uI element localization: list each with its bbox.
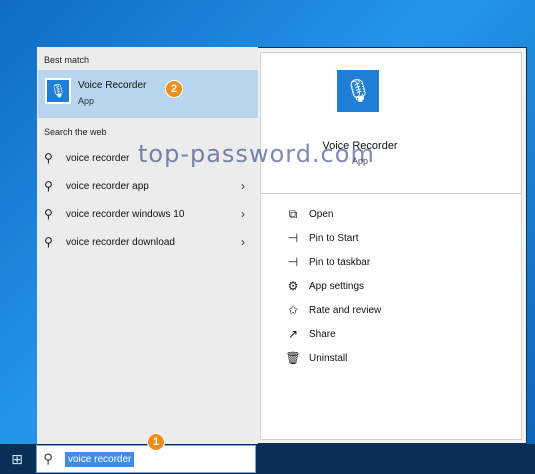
suggestion-item[interactable]: ⚲ voice recorder windows 10 › xyxy=(44,204,249,224)
action-label: Pin to Start xyxy=(309,232,359,244)
search-icon: ⚲ xyxy=(44,235,53,249)
suggestion-item[interactable]: ⚲ voice recorder app › xyxy=(44,176,249,196)
pin-icon: ⊣ xyxy=(287,231,299,245)
web-section-label: Search the web xyxy=(44,127,107,137)
gear-icon: ⚙ xyxy=(287,279,299,293)
chevron-right-icon[interactable]: › xyxy=(237,207,249,221)
action-label: Rate and review xyxy=(309,304,382,316)
suggestion-text: voice recorder download xyxy=(66,236,175,248)
search-icon: ⚲ xyxy=(44,207,53,221)
windows-icon[interactable]: ⊞ xyxy=(0,444,34,474)
search-query[interactable]: voice recorder xyxy=(65,451,135,467)
suggestion-text: voice recorder windows 10 xyxy=(66,208,185,220)
suggestion-item[interactable]: ⚲ voice recorder download › xyxy=(44,232,249,252)
best-match-title: Voice Recorder xyxy=(78,80,147,91)
action-app-settings[interactable]: ⚙ App settings xyxy=(285,276,485,296)
action-label: App settings xyxy=(309,280,365,292)
action-share[interactable]: ↗ Share xyxy=(285,324,485,344)
open-icon: ⧉ xyxy=(288,206,298,221)
action-rate-and-review[interactable]: ✩ Rate and review xyxy=(285,300,485,320)
star-icon: ✩ xyxy=(287,303,299,317)
best-match-result[interactable] xyxy=(38,70,258,118)
step-badge-1: 1 xyxy=(147,433,165,451)
taskbar-search-box[interactable]: ⚲ voice recorder xyxy=(36,445,256,473)
watermark: top-password.com xyxy=(138,140,375,168)
action-label: Open xyxy=(309,208,334,220)
app-preview xyxy=(261,53,521,194)
action-label: Uninstall xyxy=(309,352,348,364)
search-icon: ⚲ xyxy=(44,179,53,193)
best-match-subtitle: App xyxy=(78,96,95,106)
action-label: Share xyxy=(309,328,336,340)
best-match-label: Best match xyxy=(44,55,90,65)
action-label: Pin to taskbar xyxy=(309,256,371,268)
pin-icon: ⊣ xyxy=(287,255,299,269)
share-icon: ↗ xyxy=(287,327,299,341)
action-uninstall[interactable]: 🗑 Uninstall xyxy=(285,348,485,368)
voice-recorder-large-icon: 🎙 xyxy=(337,70,379,112)
suggestion-text: voice recorder app xyxy=(66,180,149,192)
step-badge-2: 2 xyxy=(165,80,183,98)
chevron-right-icon[interactable]: › xyxy=(237,179,249,193)
action-pin-to-taskbar[interactable]: ⊣ Pin to taskbar xyxy=(285,252,485,272)
chevron-right-icon[interactable]: › xyxy=(237,235,249,249)
trash-icon: 🗑 xyxy=(285,351,301,365)
search-icon: ⚲ xyxy=(44,151,53,165)
magnifier-icon: ⚲ xyxy=(43,451,53,466)
voice-recorder-icon: 🎙 xyxy=(45,78,71,104)
action-open[interactable]: ⧉ Open xyxy=(285,204,485,224)
action-pin-to-start[interactable]: ⊣ Pin to Start xyxy=(285,228,485,248)
